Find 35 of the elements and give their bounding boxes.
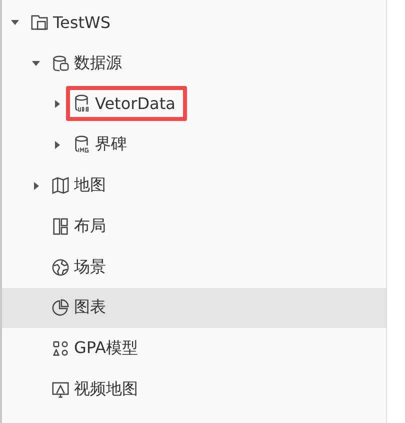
expand-down-icon[interactable] (31, 58, 41, 68)
tree-item[interactable]: TestWS (2, 2, 386, 43)
video-map-icon (51, 380, 70, 400)
tree-item-label: GPA模型 (74, 338, 138, 360)
tree-item-label: TestWS (53, 12, 110, 32)
database-icon (51, 54, 70, 73)
tree-item-label: 视频地图 (74, 379, 138, 400)
expand-right-icon[interactable] (52, 98, 62, 109)
tree-item[interactable]: 地图 (2, 165, 386, 206)
tree-item-label: 场景 (74, 256, 106, 278)
tree-item[interactable]: GPA模型 (2, 328, 386, 370)
expand-right-icon[interactable] (52, 140, 62, 150)
tree-item[interactable]: 场景 (2, 246, 386, 288)
tree-item-label: VetorData (95, 94, 176, 114)
expand-down-icon[interactable] (10, 17, 20, 28)
tree-item-label: 数据源 (74, 52, 122, 74)
tree-item-label: 布局 (74, 216, 106, 237)
tree-item-label: 界碑 (95, 134, 127, 156)
tree-item[interactable]: VetorData (2, 84, 386, 124)
tree-item[interactable]: 图表 (2, 288, 386, 328)
pie-chart-icon (51, 298, 70, 318)
expand-right-icon[interactable] (31, 180, 41, 191)
tree-item[interactable]: 布局 (2, 206, 386, 247)
layout-icon (51, 216, 70, 236)
shapes-icon (51, 339, 70, 358)
tree-item[interactable]: 数据源 (2, 42, 386, 84)
tree-item-label: 图表 (74, 297, 106, 318)
tree-item[interactable]: 界碑 (2, 124, 386, 166)
globe-icon (51, 258, 70, 277)
folder-icon (30, 12, 49, 32)
database-icon (72, 135, 91, 154)
database-icon (72, 94, 91, 114)
map-icon (51, 176, 70, 196)
tree-item-label: 地图 (74, 175, 106, 196)
tree-item[interactable]: 视频地图 (2, 369, 386, 410)
